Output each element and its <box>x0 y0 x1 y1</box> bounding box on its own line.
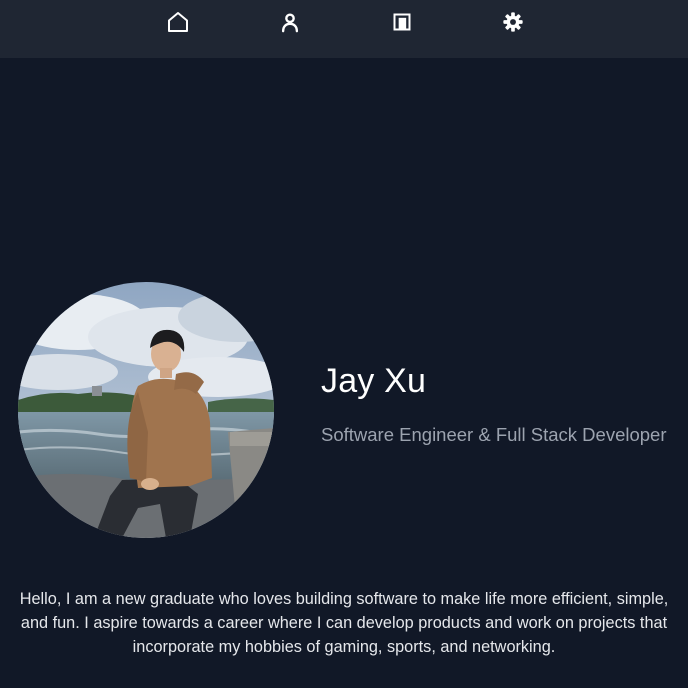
gear-icon <box>502 11 524 33</box>
user-icon <box>279 11 301 33</box>
nav-home-button[interactable] <box>165 9 191 35</box>
profile-name: Jay Xu <box>321 362 427 400</box>
home-icon <box>166 10 190 34</box>
bio-paragraph: Hello, I am a new graduate who loves bui… <box>19 590 669 656</box>
profile-title: Software Engineer & Full Stack Developer <box>321 424 667 445</box>
top-navbar <box>0 0 688 58</box>
nav-settings-button[interactable] <box>500 9 526 35</box>
profile-photo <box>18 282 274 538</box>
book-icon <box>392 12 412 32</box>
page: Jay Xu Software Engineer & Full Stack De… <box>0 0 688 688</box>
nav-about-button[interactable] <box>277 9 303 35</box>
nav-projects-button[interactable] <box>389 9 415 35</box>
